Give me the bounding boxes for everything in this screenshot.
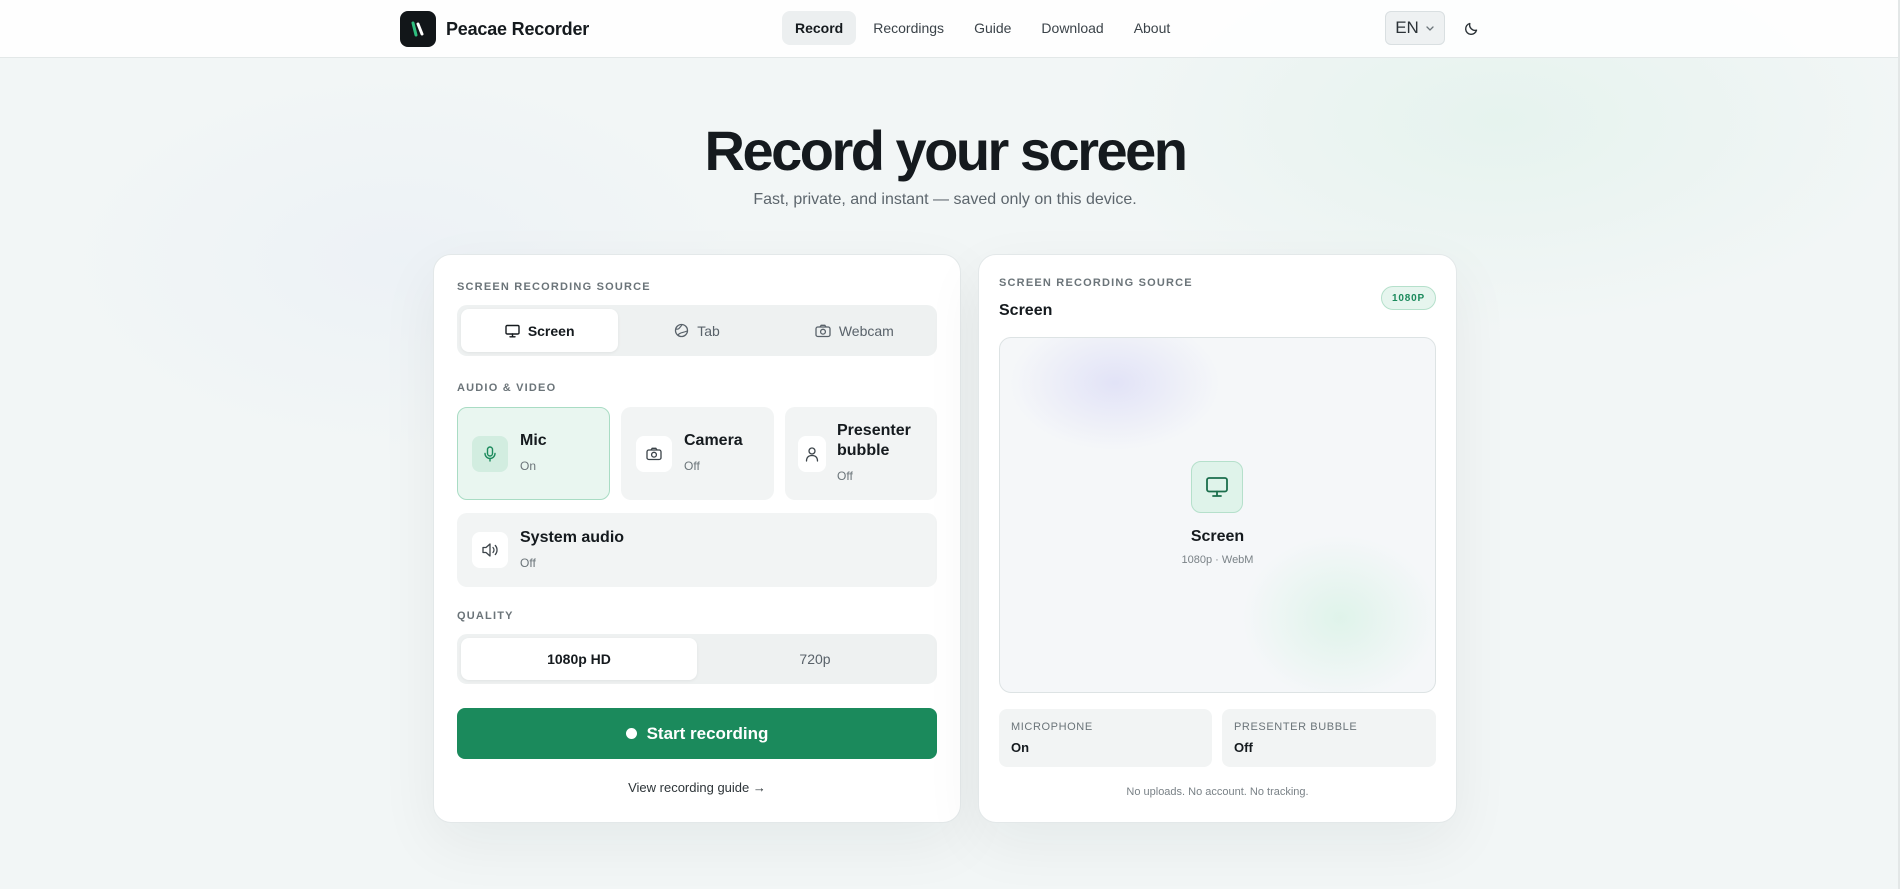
- person-icon: [798, 436, 826, 472]
- quality-section-label: QUALITY: [457, 610, 514, 622]
- stat-label: PRESENTER BUBBLE: [1234, 721, 1358, 733]
- monitor-icon: [1191, 461, 1243, 513]
- preview-area: [999, 337, 1436, 693]
- source-option-label: Tab: [697, 322, 720, 339]
- brand-name: Peacae Recorder: [446, 18, 590, 39]
- source-option-screen[interactable]: Screen: [461, 309, 619, 352]
- start-recording-label: Start recording: [646, 723, 769, 743]
- source-option-label: Webcam: [838, 322, 894, 339]
- tile-name: Mic: [520, 432, 547, 449]
- tile-state: Off: [684, 459, 700, 473]
- globe-icon: [675, 323, 689, 338]
- view-guide-link[interactable]: View recording guide →: [457, 780, 937, 795]
- tile-name: System audio: [520, 529, 625, 546]
- record-dot-icon: [625, 728, 637, 739]
- preview-screen-name: Screen: [1190, 528, 1245, 545]
- top-navbar: Peacae Recorder Record Recordings Guide …: [0, 0, 1898, 58]
- chevron-down-icon: [1426, 26, 1434, 31]
- tile-name: Camera: [684, 432, 743, 449]
- camera-icon: [636, 436, 672, 472]
- nav-link-record[interactable]: Record: [782, 11, 857, 45]
- quality-selector: 1080p HD 720p: [457, 634, 937, 684]
- preview-screen-meta: 1080p · WebM: [1181, 554, 1254, 566]
- tile-state: Off: [520, 556, 536, 570]
- source-option-label: Screen: [527, 322, 575, 339]
- page-subtitle: Fast, private, and instant — saved only …: [753, 191, 1137, 208]
- microphone-icon: [472, 436, 508, 472]
- nav-link-recordings[interactable]: Recordings: [860, 11, 957, 45]
- speaker-icon: [472, 532, 508, 568]
- quality-option-720p[interactable]: 720p: [697, 638, 933, 680]
- audio-video-section-label: AUDIO & VIDEO: [457, 382, 557, 394]
- tile-name-line2: bubble: [837, 442, 890, 459]
- system-audio-toggle[interactable]: System audio Off: [457, 513, 937, 587]
- moon-icon[interactable]: [1461, 17, 1483, 39]
- page-title: Record your screen: [704, 119, 1188, 182]
- quality-option-1080p[interactable]: 1080p HD: [461, 638, 697, 680]
- start-recording-button[interactable]: Start recording: [457, 708, 937, 759]
- source-section-label: SCREEN RECORDING SOURCE: [457, 281, 651, 293]
- presenter-bubble-stat: PRESENTER BUBBLE Off: [1222, 709, 1436, 767]
- tile-name-line1: Presenter: [837, 422, 911, 439]
- stat-value: Off: [1234, 740, 1253, 755]
- nav-links: Record Recordings Guide Download About: [782, 11, 1183, 45]
- microphone-stat: MICROPHONE On: [999, 709, 1212, 767]
- presenter-bubble-toggle[interactable]: Presenter bubble Off: [785, 407, 937, 500]
- preview-source-label: SCREEN RECORDING SOURCE: [999, 277, 1193, 289]
- nav-link-about[interactable]: About: [1121, 11, 1184, 45]
- source-option-webcam[interactable]: Webcam: [776, 309, 933, 352]
- source-option-tab[interactable]: Tab: [618, 309, 775, 352]
- tile-state: Off: [837, 469, 853, 483]
- stat-label: MICROPHONE: [1011, 721, 1093, 733]
- language-select[interactable]: EN: [1385, 11, 1445, 45]
- brand[interactable]: Peacae Recorder: [400, 11, 589, 47]
- source-selector: Screen Tab Webcam: [457, 305, 937, 356]
- monitor-icon: [505, 324, 520, 337]
- nav-link-guide[interactable]: Guide: [961, 11, 1024, 45]
- tile-state: On: [520, 459, 537, 473]
- language-value: EN: [1395, 18, 1419, 37]
- resolution-badge: 1080P: [1381, 286, 1436, 310]
- camera-icon: [815, 324, 831, 337]
- nav-link-download[interactable]: Download: [1028, 11, 1116, 45]
- camera-toggle[interactable]: Camera Off: [621, 407, 774, 500]
- mic-toggle[interactable]: Mic On: [457, 407, 610, 500]
- privacy-note: No uploads. No account. No tracking.: [1126, 786, 1309, 798]
- preview-source-value: Screen: [999, 302, 1053, 319]
- stat-value: On: [1011, 740, 1030, 755]
- brand-logo-icon: [400, 11, 436, 47]
